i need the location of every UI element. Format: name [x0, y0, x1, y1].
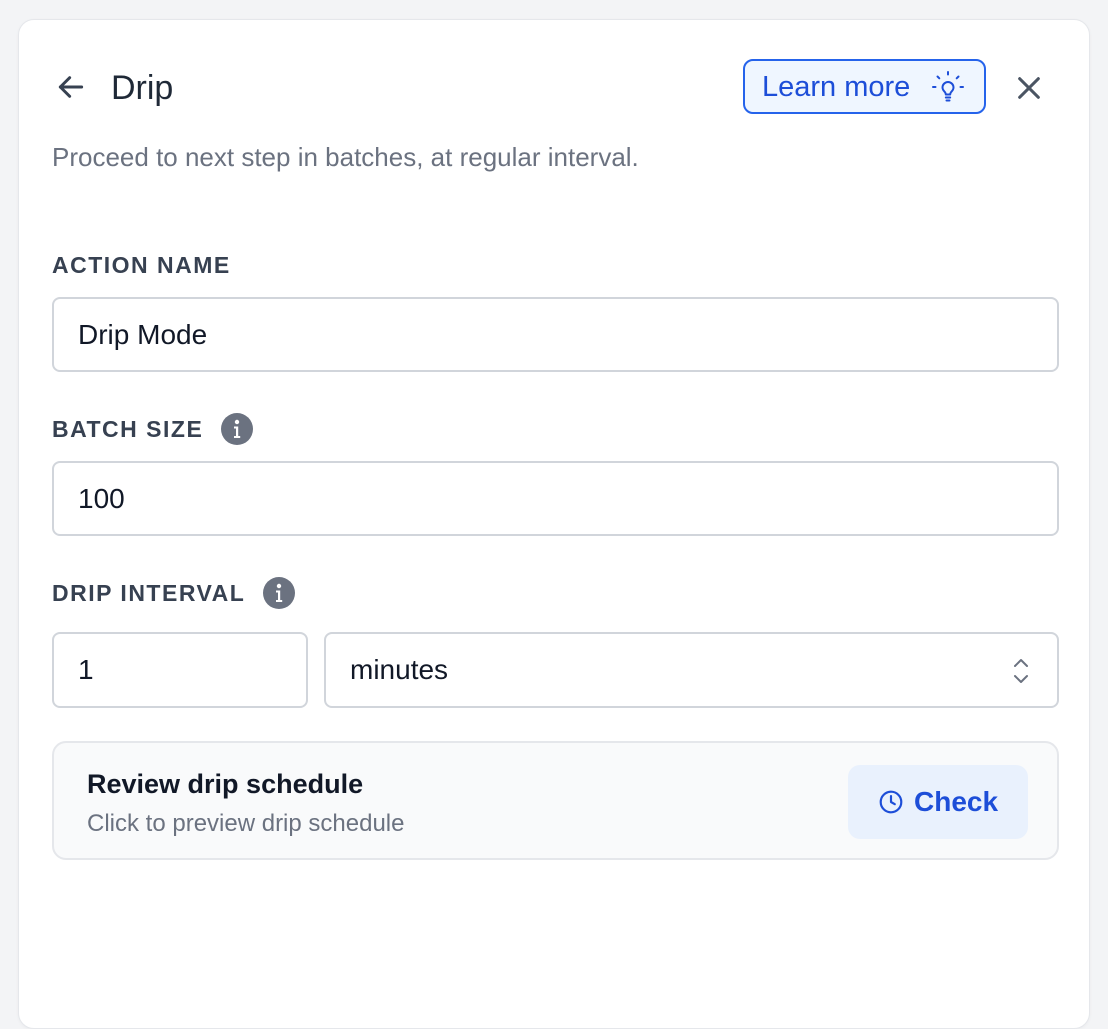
lightbulb-icon [932, 71, 964, 102]
drip-settings-panel: Drip Learn more Proceed to next step in … [18, 19, 1090, 1029]
panel-description: Proceed to next step in batches, at regu… [52, 142, 639, 172]
review-drip-schedule-card: Review drip schedule Click to preview dr… [52, 741, 1059, 860]
back-button[interactable] [49, 65, 93, 109]
action-name-input[interactable]: Drip Mode [52, 297, 1059, 372]
info-icon[interactable] [221, 413, 254, 445]
review-subtitle: Click to preview drip schedule [87, 810, 405, 837]
learn-more-button[interactable]: Learn more [743, 59, 986, 114]
batch-size-input[interactable]: 100 [52, 461, 1059, 536]
check-button-label: Check [914, 786, 999, 817]
close-button[interactable] [1009, 68, 1049, 108]
info-icon[interactable] [263, 577, 296, 609]
drip-interval-unit-value: minutes [350, 654, 449, 685]
drip-interval-label: DRIP INTERVAL [52, 577, 296, 609]
drip-interval-unit-select[interactable]: minutes [324, 632, 1059, 708]
drip-interval-label-text: DRIP INTERVAL [52, 580, 246, 606]
clock-icon [879, 790, 903, 814]
review-title: Review drip schedule [87, 769, 364, 799]
action-name-label: ACTION NAME [52, 251, 231, 279]
drip-interval-input[interactable]: 1 [52, 632, 308, 708]
drip-interval-value: 1 [78, 654, 94, 685]
chevron-up-down-icon [1014, 659, 1028, 683]
close-icon [1018, 77, 1040, 99]
check-button[interactable]: Check [848, 765, 1028, 839]
action-name-value: Drip Mode [78, 318, 208, 350]
action-name-label-text: ACTION NAME [52, 252, 231, 278]
arrow-left-icon [58, 76, 84, 98]
learn-more-label: Learn more [762, 70, 911, 103]
batch-size-value: 100 [78, 482, 125, 514]
batch-size-label: BATCH SIZE [52, 413, 254, 445]
panel-title: Drip [111, 69, 174, 107]
batch-size-label-text: BATCH SIZE [52, 416, 204, 442]
